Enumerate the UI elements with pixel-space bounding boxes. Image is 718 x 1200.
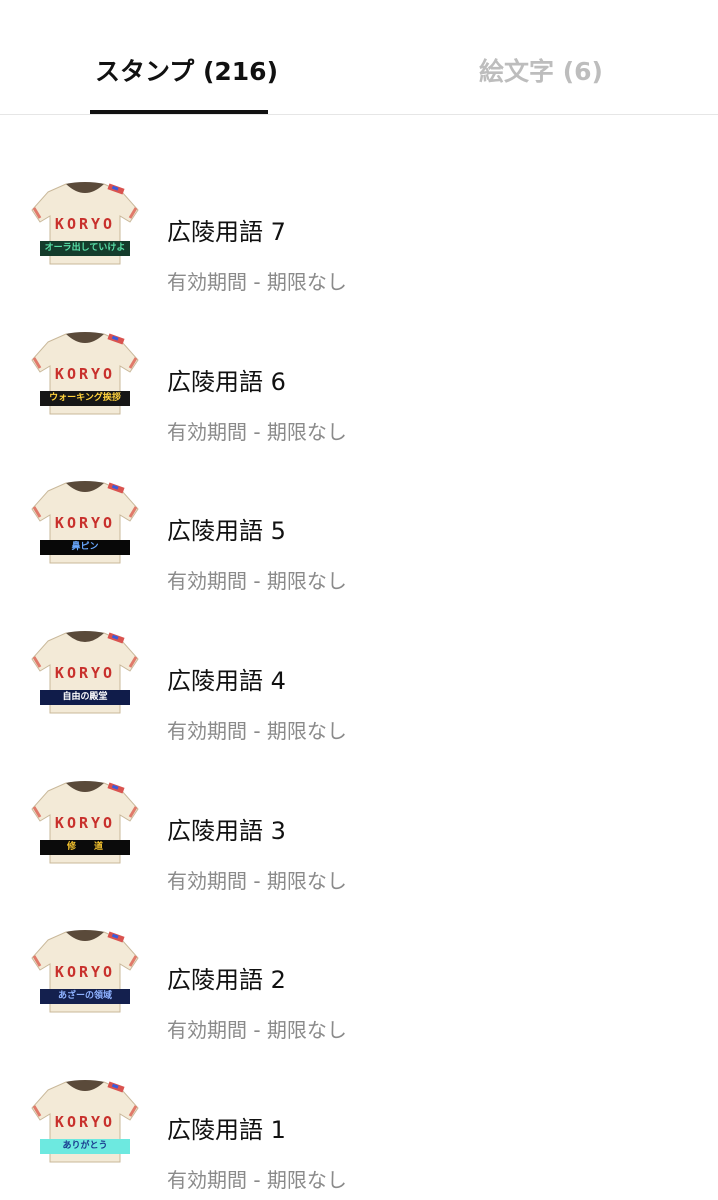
- sticker-thumbnail: KORYO 修 道: [26, 777, 144, 871]
- sticker-caption: 修 道: [40, 840, 130, 855]
- sticker-list-item[interactable]: KORYO あざーの領域 広陵用語 2 有効期間 - 期限なし: [0, 900, 718, 1050]
- sticker-title: 広陵用語 4: [167, 667, 286, 695]
- sticker-title: 広陵用語 7: [167, 218, 286, 246]
- sticker-caption: ウォーキング挨拶: [40, 391, 130, 406]
- sticker-list-item[interactable]: KORYO オーラ出していけよ 広陵用語 7 有効期間 - 期限なし: [0, 152, 718, 302]
- sticker-thumbnail: KORYO 自由の殿堂: [26, 627, 144, 721]
- sticker-thumbnail: KORYO あざーの領域: [26, 926, 144, 1020]
- sticker-caption: あざーの領域: [40, 989, 130, 1004]
- tab-emoji-label: 絵文字 (6): [479, 57, 603, 86]
- sticker-title: 広陵用語 3: [167, 817, 286, 845]
- tab-stickers[interactable]: スタンプ (216): [0, 0, 359, 115]
- sticker-caption: ありがとう: [40, 1139, 130, 1154]
- jersey-text: KORYO: [55, 365, 115, 383]
- sticker-thumbnail: KORYO オーラ出していけよ: [26, 178, 144, 272]
- sticker-title: 広陵用語 6: [167, 368, 286, 396]
- sticker-list-item[interactable]: KORYO 鼻ピン 広陵用語 5 有効期間 - 期限なし: [0, 451, 718, 601]
- validity-period: 有効期間 - 期限なし: [167, 719, 347, 743]
- sticker-thumbnail: KORYO ウォーキング挨拶: [26, 328, 144, 422]
- sticker-caption: 自由の殿堂: [40, 690, 130, 705]
- sticker-list-item[interactable]: KORYO ありがとう 広陵用語 1 有効期間 - 期限なし: [0, 1050, 718, 1200]
- jersey-text: KORYO: [55, 963, 115, 981]
- validity-period: 有効期間 - 期限なし: [167, 270, 347, 294]
- sticker-caption: 鼻ピン: [40, 540, 130, 555]
- active-tab-indicator: [90, 110, 268, 114]
- jersey-icon: KORYO: [31, 481, 139, 564]
- sticker-thumbnail: KORYO 鼻ピン: [26, 477, 144, 571]
- sticker-thumbnail: KORYO ありがとう: [26, 1076, 144, 1170]
- tab-stickers-label: スタンプ (216): [95, 57, 278, 86]
- validity-period: 有効期間 - 期限なし: [167, 1168, 347, 1192]
- jersey-text: KORYO: [55, 514, 115, 532]
- validity-period: 有効期間 - 期限なし: [167, 869, 347, 893]
- jersey-icon: KORYO: [31, 1080, 139, 1163]
- sticker-title: 広陵用語 1: [167, 1116, 286, 1144]
- jersey-text: KORYO: [55, 814, 115, 832]
- sticker-title: 広陵用語 2: [167, 966, 286, 994]
- validity-period: 有効期間 - 期限なし: [167, 1018, 347, 1042]
- sticker-list-item[interactable]: KORYO 修 道 広陵用語 3 有効期間 - 期限なし: [0, 751, 718, 901]
- tab-emoji[interactable]: 絵文字 (6): [359, 0, 718, 115]
- jersey-text: KORYO: [55, 1113, 115, 1131]
- tab-bar: スタンプ (216) 絵文字 (6): [0, 0, 718, 115]
- sticker-title: 広陵用語 5: [167, 517, 286, 545]
- sticker-caption: オーラ出していけよ: [40, 241, 130, 256]
- validity-period: 有効期間 - 期限なし: [167, 420, 347, 444]
- jersey-text: KORYO: [55, 215, 115, 233]
- jersey-icon: KORYO: [31, 781, 139, 864]
- sticker-list-item[interactable]: KORYO 自由の殿堂 広陵用語 4 有効期間 - 期限なし: [0, 601, 718, 751]
- jersey-text: KORYO: [55, 664, 115, 682]
- validity-period: 有効期間 - 期限なし: [167, 569, 347, 593]
- sticker-list-item[interactable]: KORYO ウォーキング挨拶 広陵用語 6 有効期間 - 期限なし: [0, 302, 718, 452]
- jersey-icon: KORYO: [31, 332, 139, 415]
- jersey-icon: KORYO: [31, 182, 139, 265]
- jersey-icon: KORYO: [31, 631, 139, 714]
- jersey-icon: KORYO: [31, 930, 139, 1013]
